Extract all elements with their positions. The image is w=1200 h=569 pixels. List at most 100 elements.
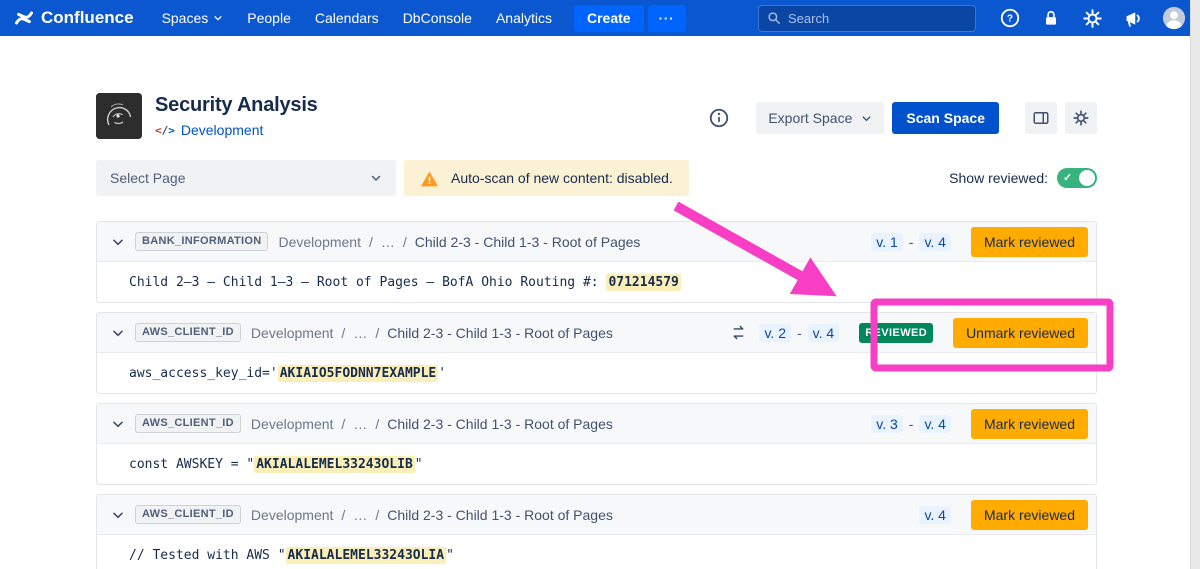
breadcrumb-separator: / [375, 507, 379, 523]
nav-item-people[interactable]: People [235, 0, 303, 36]
columns-icon [1032, 109, 1050, 127]
breadcrumb-ellipsis[interactable]: … [381, 234, 395, 250]
code-text: // Tested with AWS " [129, 548, 286, 563]
code-text: Child 2–3 – Child 1–3 – Root of Pages – … [129, 275, 606, 290]
breadcrumb-ellipsis[interactable]: … [353, 416, 367, 432]
lock-icon[interactable] [1039, 6, 1063, 30]
breadcrumb-separator: / [341, 416, 345, 432]
breadcrumb-space[interactable]: Development [278, 234, 361, 250]
megaphone-icon[interactable] [1121, 6, 1145, 30]
breadcrumb-separator: / [375, 416, 379, 432]
gear-icon [1072, 109, 1090, 127]
version-from-link[interactable]: v. 2 [759, 324, 791, 342]
space-link[interactable]: Development [181, 122, 264, 138]
finding-snippet: const AWSKEY = "AKIALALEMEL33243OLIB" [97, 444, 1096, 484]
version-to-link[interactable]: v. 4 [919, 506, 951, 524]
settings-button[interactable] [1065, 102, 1097, 134]
gear-icon[interactable] [1080, 6, 1104, 30]
page-title: Security Analysis [155, 94, 318, 117]
nav-item-dbconsole[interactable]: DbConsole [391, 0, 484, 36]
mark-reviewed-button[interactable]: Mark reviewed [971, 227, 1088, 257]
finding-header: AWS_CLIENT_ID Development / … / Child 2-… [97, 313, 1096, 353]
chevron-down-icon [213, 13, 223, 23]
finding-snippet: aws_access_key_id='AKIAIO5FODNN7EXAMPLE' [97, 353, 1096, 393]
select-page-label: Select Page [110, 170, 186, 186]
breadcrumb-page[interactable]: Child 2-3 - Child 1-3 - Root of Pages [387, 416, 613, 432]
code-macro-icon: </> [155, 124, 175, 137]
breadcrumb-separator: / [375, 325, 379, 341]
primary-nav: Spaces People Calendars DbConsole Analyt… [150, 0, 564, 36]
info-icon[interactable] [708, 107, 730, 129]
top-navbar: Confluence Spaces People Calendars DbCon… [0, 0, 1200, 36]
breadcrumb-page[interactable]: Child 2-3 - Child 1-3 - Root of Pages [387, 507, 613, 523]
mark-reviewed-button[interactable]: Mark reviewed [971, 500, 1088, 530]
finding-card: AWS_CLIENT_ID Development / … / Child 2-… [96, 312, 1097, 394]
breadcrumb-ellipsis[interactable]: … [353, 507, 367, 523]
search-icon [767, 11, 781, 25]
code-text: aws_access_key_id=' [129, 366, 278, 381]
confluence-home-link[interactable]: Confluence [14, 8, 134, 28]
more-button[interactable]: ··· [648, 5, 686, 32]
compare-versions-icon[interactable] [730, 324, 747, 341]
code-text: ' [438, 366, 446, 381]
breadcrumb: Development / … / Child 2-3 - Child 1-3 … [251, 325, 613, 341]
version-from-link[interactable]: v. 3 [871, 415, 903, 433]
version-to-link[interactable]: v. 4 [808, 324, 840, 342]
chevron-down-icon[interactable] [111, 326, 125, 340]
breadcrumb-space[interactable]: Development [251, 507, 334, 523]
create-button[interactable]: Create [574, 5, 644, 32]
brand-name: Confluence [41, 8, 134, 28]
version-from-link[interactable]: v. 1 [871, 233, 903, 251]
version-to-link[interactable]: v. 4 [919, 233, 951, 251]
chevron-down-icon[interactable] [111, 508, 125, 522]
unmark-reviewed-button[interactable]: Unmark reviewed [953, 318, 1088, 348]
space-line: </> Development [155, 122, 318, 138]
select-page-dropdown[interactable]: Select Page [96, 160, 396, 196]
breadcrumb-ellipsis[interactable]: … [353, 325, 367, 341]
show-reviewed-toggle[interactable]: ✓ [1057, 168, 1097, 188]
avatar[interactable] [1162, 6, 1186, 30]
scan-space-button[interactable]: Scan Space [892, 102, 999, 134]
space-avatar[interactable] [96, 93, 142, 139]
code-highlight: AKIAIO5FODNN7EXAMPLE [278, 365, 439, 382]
version-dash: - [909, 416, 914, 432]
search-box [758, 5, 976, 32]
code-text: " [415, 457, 423, 472]
nav-item-analytics[interactable]: Analytics [484, 0, 564, 36]
export-space-button[interactable]: Export Space [756, 102, 884, 134]
nav-item-spaces[interactable]: Spaces [150, 0, 236, 36]
show-reviewed-control: Show reviewed: ✓ [949, 168, 1097, 188]
breadcrumb-space[interactable]: Development [251, 325, 334, 341]
version-range: v. 4 [919, 506, 951, 524]
finding-type-badge: AWS_CLIENT_ID [135, 505, 241, 524]
version-range: v. 1 - v. 4 [871, 233, 951, 251]
finding-snippet: // Tested with AWS "AKIALALEMEL33243OLIA… [97, 535, 1096, 569]
search-input[interactable] [788, 11, 967, 26]
chevron-down-icon[interactable] [111, 235, 125, 249]
filter-toolbar: Select Page Auto-scan of new content: di… [96, 160, 1097, 196]
breadcrumb-page[interactable]: Child 2-3 - Child 1-3 - Root of Pages [415, 234, 641, 250]
version-dash: - [909, 234, 914, 250]
code-highlight: AKIALALEMEL33243OLIA [286, 547, 447, 564]
main-content: Security Analysis </> Development Export… [96, 93, 1097, 569]
code-text: const AWSKEY = " [129, 457, 254, 472]
breadcrumb: Development / … / Child 2-3 - Child 1-3 … [251, 507, 613, 523]
finding-type-badge: AWS_CLIENT_ID [135, 323, 241, 342]
finding-type-badge: BANK_INFORMATION [135, 232, 268, 251]
breadcrumb: Development / … / Child 2-3 - Child 1-3 … [278, 234, 640, 250]
finding-snippet: Child 2–3 – Child 1–3 – Root of Pages – … [97, 262, 1096, 302]
mark-reviewed-button[interactable]: Mark reviewed [971, 409, 1088, 439]
page-header: Security Analysis </> Development Export… [96, 93, 1097, 139]
sidebar-layout-button[interactable] [1025, 102, 1057, 134]
breadcrumb-space[interactable]: Development [251, 416, 334, 432]
finding-header: AWS_CLIENT_ID Development / … / Child 2-… [97, 495, 1096, 535]
check-icon: ✓ [1063, 171, 1072, 184]
svg-text:?: ? [1007, 14, 1013, 25]
version-to-link[interactable]: v. 4 [919, 415, 951, 433]
version-dash: - [797, 325, 802, 341]
findings-list: BANK_INFORMATION Development / … / Child… [96, 221, 1097, 569]
nav-item-calendars[interactable]: Calendars [303, 0, 391, 36]
help-icon[interactable]: ? [998, 6, 1022, 30]
chevron-down-icon[interactable] [111, 417, 125, 431]
breadcrumb-page[interactable]: Child 2-3 - Child 1-3 - Root of Pages [387, 325, 613, 341]
